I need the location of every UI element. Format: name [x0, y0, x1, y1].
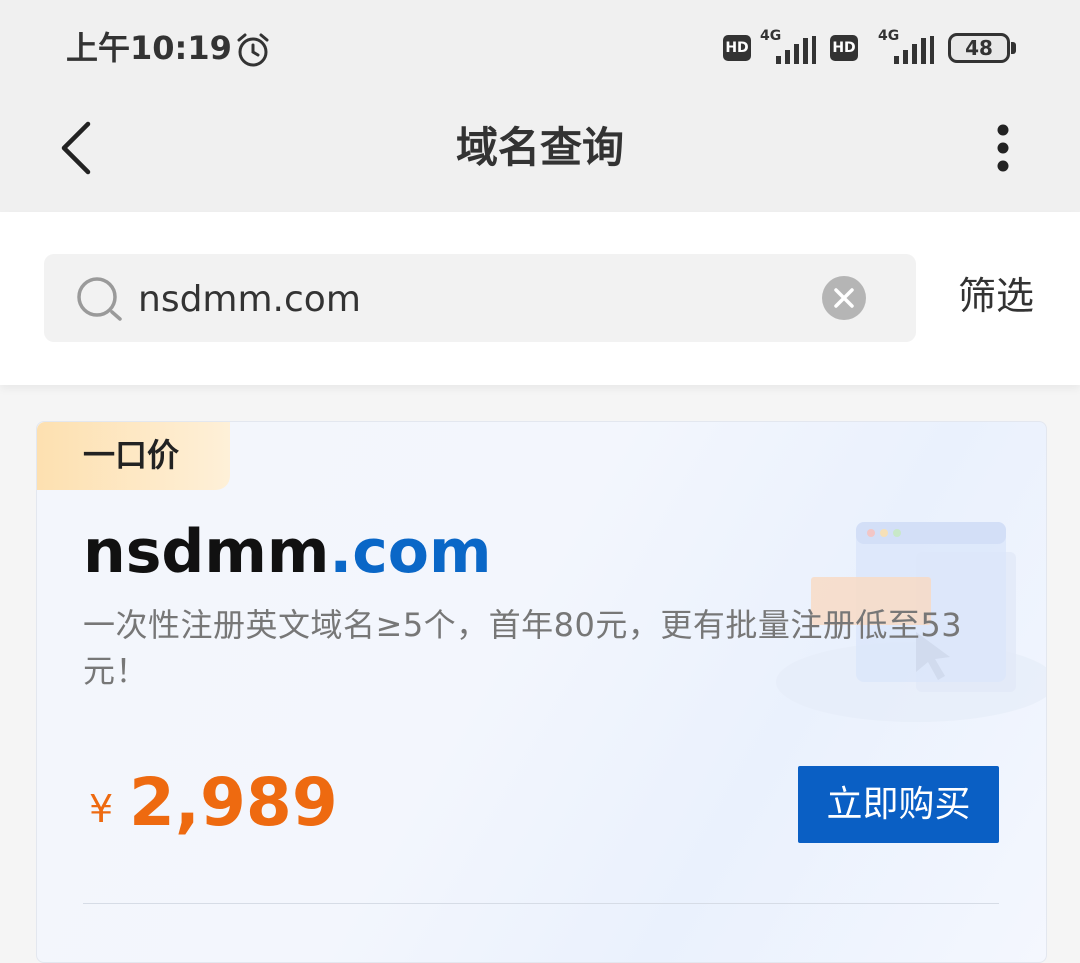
status-time: 上午10:19	[66, 29, 232, 67]
search-area: 筛选	[0, 212, 1080, 385]
signal-icon-sim1	[776, 36, 816, 64]
price-value: 2,989	[129, 764, 338, 841]
card-divider	[83, 903, 999, 904]
domain-name: nsdmm.com	[83, 512, 492, 592]
clear-search-icon[interactable]	[822, 276, 866, 320]
domain-suffix: .com	[329, 517, 492, 587]
price-type-label: 一口价	[83, 436, 180, 474]
signal-icon-sim2	[894, 36, 934, 64]
page-title: 域名查询	[455, 123, 624, 172]
battery-indicator: 48	[948, 33, 1010, 63]
domain-base: nsdmm	[83, 517, 330, 587]
price-currency: ¥	[89, 787, 114, 831]
buy-now-button[interactable]: 立即购买	[798, 766, 999, 843]
domain-result-card: 一口价 nsdmm.com 一次性注册英文域名≥5个，首年80元，更有批量注册低…	[36, 421, 1047, 963]
search-input[interactable]	[136, 268, 800, 330]
hd-badge-sim1: HD	[723, 35, 751, 61]
filter-button[interactable]: 筛选	[958, 268, 1034, 324]
battery-cap	[1011, 42, 1016, 54]
price-type-tag: 一口价	[37, 422, 230, 490]
search-box[interactable]	[44, 254, 916, 342]
status-bar: 上午10:19 HD 4G HD 4G 48	[0, 0, 1080, 80]
hd-badge-sim2: HD	[830, 35, 858, 61]
title-bar: 域名查询	[0, 80, 1080, 212]
promo-text: 一次性注册英文域名≥5个，首年80元，更有批量注册低至53元！	[83, 606, 963, 690]
search-icon	[77, 277, 122, 321]
alarm-icon	[237, 33, 269, 67]
more-options-icon[interactable]	[990, 124, 1016, 172]
